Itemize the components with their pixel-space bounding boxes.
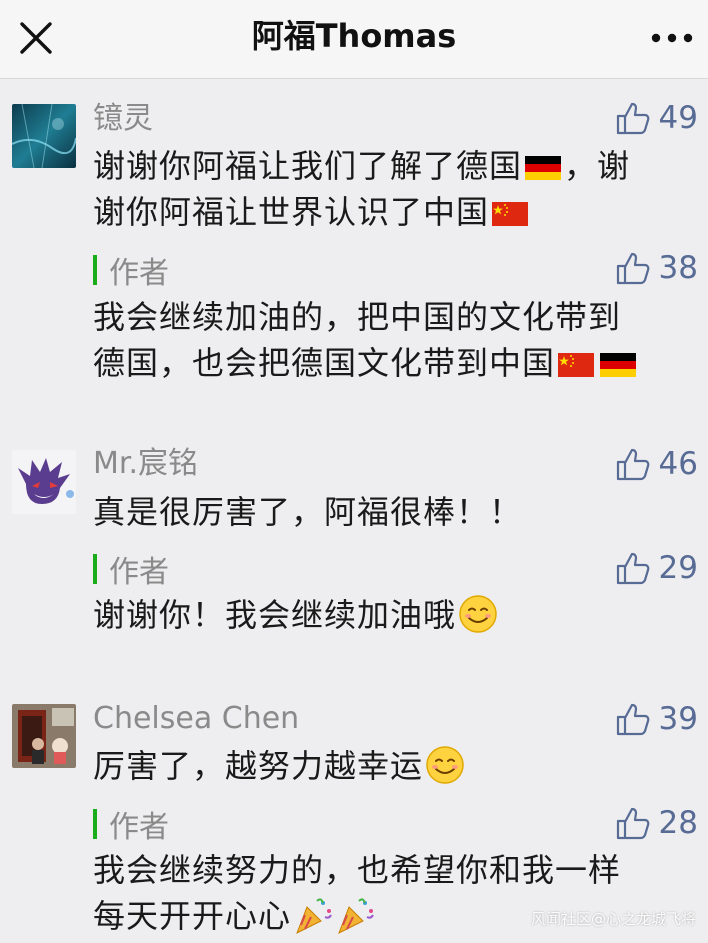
like-button[interactable]: 49 xyxy=(615,98,698,138)
like-button[interactable]: 29 xyxy=(615,548,698,588)
comment-text-line: 谢谢你阿福让我们了解了德国 xyxy=(93,147,523,185)
comment-text-line: ，谢 xyxy=(564,147,631,185)
avatar[interactable] xyxy=(12,104,76,168)
germany-flag-icon xyxy=(600,353,637,377)
china-flag-icon xyxy=(558,353,595,377)
like-count: 29 xyxy=(658,550,698,586)
smile-emoji-icon xyxy=(459,595,497,633)
comment-text-line: 厉害了，越努力越幸运 xyxy=(93,747,424,785)
author-indicator-bar xyxy=(93,809,97,839)
more-button[interactable] xyxy=(646,18,698,58)
thumbs-up-icon xyxy=(616,807,649,840)
avatar[interactable] xyxy=(12,450,76,514)
like-button[interactable]: 39 xyxy=(615,699,698,739)
reply-text: 我会继续加油的，把中国的文化带到 德国，也会把德国文化带到中国 xyxy=(93,294,685,386)
comment-nickname[interactable]: Chelsea Chen xyxy=(93,701,299,737)
thumbs-up-icon xyxy=(616,252,649,285)
party-popper-icon xyxy=(338,898,374,935)
author-reply-label: 作者 xyxy=(93,252,169,291)
comment-text-line: 谢你阿福让世界认识了中国 xyxy=(93,193,490,231)
thumbs-up-icon xyxy=(616,552,649,585)
author-label: 作者 xyxy=(109,256,169,291)
like-count: 38 xyxy=(658,250,698,286)
reply-text-line: 我会继续努力的，也希望你和我一样 xyxy=(93,851,622,889)
comment-nickname[interactable]: 镱灵 xyxy=(93,101,153,137)
author-reply-label: 作者 xyxy=(93,806,169,845)
more-dots-icon xyxy=(651,33,693,43)
reply-text-line: 德国，也会把德国文化带到中国 xyxy=(93,344,556,382)
thumbs-up-icon xyxy=(616,448,649,481)
comment-nickname[interactable]: Mr.宸铭 xyxy=(93,446,198,482)
germany-flag-icon xyxy=(525,156,562,180)
page-title: 阿福Thomas xyxy=(251,17,457,55)
like-button[interactable]: 38 xyxy=(615,248,698,288)
like-button[interactable]: 28 xyxy=(615,803,698,843)
reply-text-line: 每天开开心心 xyxy=(93,897,292,935)
watermark: 风闻社区@心之龙城飞将 xyxy=(530,910,696,928)
author-label: 作者 xyxy=(109,555,169,590)
reply-text-line: 我会继续加油的，把中国的文化带到 xyxy=(93,298,622,336)
like-count: 39 xyxy=(658,701,698,737)
author-label: 作者 xyxy=(109,810,169,845)
top-bar: 阿福Thomas xyxy=(0,0,708,79)
like-count: 46 xyxy=(658,446,698,482)
thumbs-up-icon xyxy=(616,102,649,135)
avatar[interactable] xyxy=(12,704,76,768)
comment-text: 厉害了，越努力越幸运 xyxy=(93,743,685,789)
reply-text-line: 谢谢你！我会继续加油哦 xyxy=(93,596,457,634)
smile-emoji-icon xyxy=(426,746,464,784)
like-count: 28 xyxy=(658,805,698,841)
author-indicator-bar xyxy=(93,554,97,584)
like-button[interactable]: 46 xyxy=(615,444,698,484)
like-count: 49 xyxy=(658,100,698,136)
thumbs-up-icon xyxy=(616,703,649,736)
comment-text: 真是很厉害了，阿福很棒！！ xyxy=(93,489,685,535)
reply-text: 谢谢你！我会继续加油哦 xyxy=(93,592,685,638)
author-reply-label: 作者 xyxy=(93,551,169,590)
comment-text: 谢谢你阿福让我们了解了德国 ，谢 谢你阿福让世界认识了中国 xyxy=(93,143,685,235)
party-popper-icon xyxy=(296,898,332,935)
china-flag-icon xyxy=(492,202,529,226)
comment-text-line: 真是很厉害了，阿福很棒！！ xyxy=(93,493,523,531)
author-indicator-bar xyxy=(93,255,97,285)
